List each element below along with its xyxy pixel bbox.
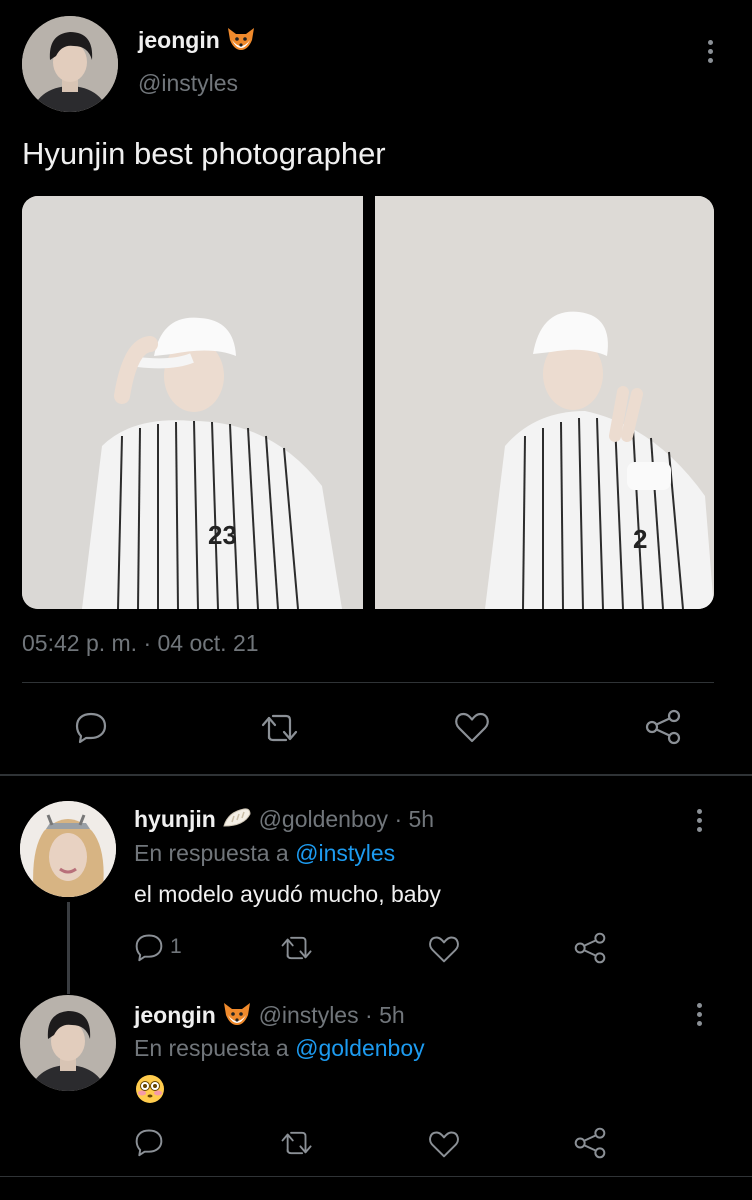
tweet-text: Hyunjin best photographer xyxy=(22,136,386,171)
share-icon[interactable] xyxy=(644,708,682,751)
reply-icon[interactable] xyxy=(134,1127,164,1162)
tweet-photo[interactable]: 2 xyxy=(375,196,714,609)
retweet-icon[interactable] xyxy=(280,934,314,967)
reply-time[interactable]: 5h xyxy=(409,806,435,832)
share-icon[interactable] xyxy=(573,1126,607,1165)
tweet-timestamp[interactable]: 05:42 p. m. · 04 oct. 21 xyxy=(22,630,259,657)
like-icon[interactable] xyxy=(428,934,460,969)
tweet-photo[interactable]: 23 xyxy=(22,196,363,609)
author-avatar[interactable] xyxy=(22,16,118,112)
more-options-icon[interactable] xyxy=(697,1003,703,1030)
more-options-icon[interactable] xyxy=(708,40,714,67)
reply-avatar[interactable] xyxy=(20,801,116,897)
separator-dot: · xyxy=(394,806,403,833)
svg-text:23: 23 xyxy=(208,520,237,550)
separator-dot: · xyxy=(365,1002,373,1029)
reply-count: 1 xyxy=(170,935,182,958)
flushed-face-emoji xyxy=(135,1074,165,1109)
author-handle[interactable]: @instyles xyxy=(138,70,238,97)
reply-avatar[interactable] xyxy=(20,995,116,1091)
replying-to-link[interactable]: @goldenboy xyxy=(295,1035,425,1061)
reply-icon[interactable] xyxy=(74,710,108,749)
retweet-icon[interactable] xyxy=(260,712,300,749)
reply-icon[interactable] xyxy=(134,932,164,967)
divider xyxy=(22,682,714,683)
replying-to-label: En respuesta a xyxy=(134,840,289,866)
reply-handle[interactable]: @goldenboy xyxy=(259,806,389,832)
thread-connector-line xyxy=(67,902,70,994)
media-grid: 23 2 xyxy=(22,196,714,609)
reply-display-name[interactable]: hyunjin xyxy=(134,806,216,832)
like-icon[interactable] xyxy=(454,710,490,749)
section-divider xyxy=(0,774,752,776)
replying-to-label: En respuesta a xyxy=(134,1035,289,1061)
reply-text: el modelo ayudó mucho, baby xyxy=(134,881,441,907)
svg-text:2: 2 xyxy=(633,524,647,554)
bottom-divider xyxy=(0,1176,752,1177)
replying-to-link[interactable]: @instyles xyxy=(295,840,395,866)
reply-display-name[interactable]: jeongin xyxy=(134,1002,216,1028)
dumpling-emoji xyxy=(222,806,252,836)
reply-handle[interactable]: @instyles xyxy=(259,1002,359,1028)
fox-face-emoji xyxy=(226,26,256,58)
author-display-name[interactable]: jeongin xyxy=(138,27,220,53)
more-options-icon[interactable] xyxy=(697,809,703,836)
share-icon[interactable] xyxy=(573,931,607,970)
like-icon[interactable] xyxy=(428,1129,460,1164)
fox-face-emoji xyxy=(222,1001,252,1033)
retweet-icon[interactable] xyxy=(280,1129,314,1162)
reply-time[interactable]: 5h xyxy=(379,1002,405,1028)
